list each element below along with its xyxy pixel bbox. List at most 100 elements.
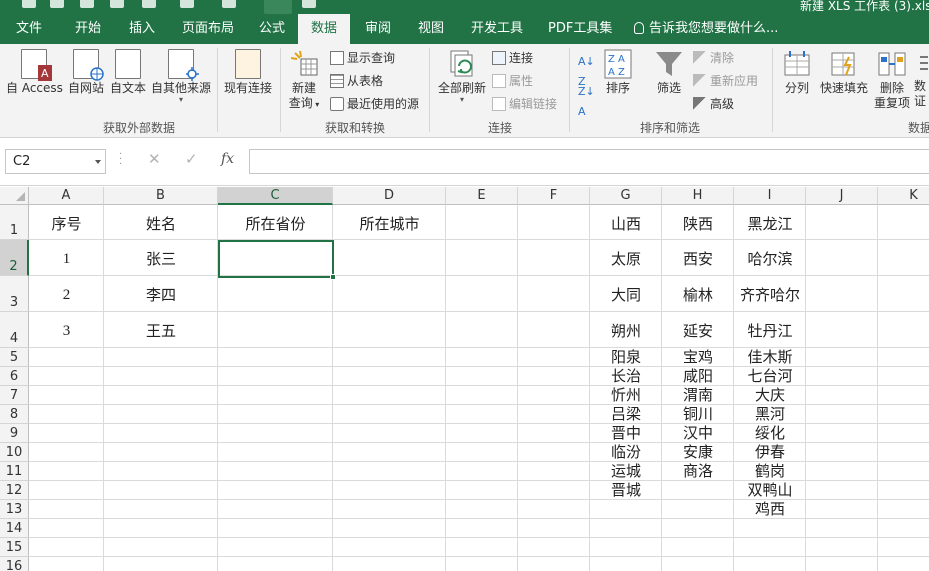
row-header-11[interactable]: 11 <box>0 462 29 481</box>
tab-insert[interactable]: 插入 <box>129 14 155 44</box>
column-header-a[interactable]: A <box>29 187 104 205</box>
edit-links-button[interactable]: 编辑链接 <box>492 94 557 114</box>
formula-bar-grip[interactable]: · · · <box>119 150 123 170</box>
row-header-1[interactable]: 1 <box>0 205 29 240</box>
reapply-button[interactable]: 重新应用 <box>693 71 758 91</box>
row-header-9[interactable]: 9 <box>0 424 29 443</box>
undo-icon[interactable] <box>50 0 64 8</box>
city-cell[interactable]: 榆林 <box>662 284 734 306</box>
city-cell[interactable]: 牡丹江 <box>734 320 806 342</box>
recent-sources-button[interactable]: 最近使用的源 <box>330 94 419 114</box>
row-header-10[interactable]: 10 <box>0 443 29 462</box>
column-header-f[interactable]: F <box>518 187 590 205</box>
city-cell[interactable]: 鹤岗 <box>734 462 806 481</box>
city-cell[interactable]: 延安 <box>662 320 734 342</box>
from-text-button[interactable]: 自文本 <box>108 49 148 96</box>
city-cell[interactable]: 齐齐哈尔 <box>734 284 806 306</box>
column-header-g[interactable]: G <box>590 187 662 205</box>
city-cell[interactable]: 佳木斯 <box>734 348 806 367</box>
city-cell[interactable]: 咸阳 <box>662 367 734 386</box>
city-cell[interactable]: 晋城 <box>590 481 662 500</box>
city-cell[interactable]: 安康 <box>662 443 734 462</box>
city-cell[interactable]: 宝鸡 <box>662 348 734 367</box>
column-header-c[interactable]: C <box>218 187 333 205</box>
worksheet-grid[interactable]: ABCDEFGHIJK 1 2 3 4 5 6 7 8 9 10 11 12 13 14 15 16 序号 姓名… <box>0 187 929 571</box>
redo-icon[interactable] <box>80 0 94 8</box>
show-queries-button[interactable]: 显示查询 <box>330 48 395 68</box>
row-header-13[interactable]: 13 <box>0 500 29 519</box>
city-cell[interactable]: 临汾 <box>590 443 662 462</box>
row-header-3[interactable]: 3 <box>0 276 29 312</box>
cancel-entry-button[interactable]: ✕ <box>148 150 161 168</box>
tab-pdf-tools[interactable]: PDF工具集 <box>548 14 612 44</box>
city-cell[interactable]: 伊春 <box>734 443 806 462</box>
city-cell[interactable]: 长治 <box>590 367 662 386</box>
from-other-sources-button[interactable]: 自其他来源 ▾ <box>150 49 212 104</box>
refresh-all-button[interactable]: 全部刷新 ▾ <box>436 49 488 104</box>
city-cell[interactable]: 忻州 <box>590 386 662 405</box>
data-validation-button[interactable]: 数 证 <box>914 49 929 109</box>
tab-file[interactable]: 文件 <box>16 14 42 44</box>
from-access-button[interactable]: A 自 Access <box>6 49 63 96</box>
quick-access-icon[interactable] <box>302 0 316 8</box>
column-header-k[interactable]: K <box>878 187 929 205</box>
column-header-j[interactable]: J <box>806 187 878 205</box>
clear-filter-button[interactable]: 清除 <box>693 48 734 68</box>
column-header-h[interactable]: H <box>662 187 734 205</box>
sort-descending-button[interactable]: Z↓ A <box>578 82 595 118</box>
city-cell[interactable]: 运城 <box>590 462 662 481</box>
sort-ascending-button[interactable]: A↓ Z <box>578 52 595 88</box>
row-header-5[interactable]: 5 <box>0 348 29 367</box>
city-cell[interactable]: 铜川 <box>662 405 734 424</box>
serial-number-cell[interactable]: 2 <box>29 284 104 306</box>
insert-function-button[interactable]: fx <box>221 151 234 167</box>
flash-fill-button[interactable]: 快速填充 <box>819 49 869 96</box>
tab-data[interactable]: 数据 <box>298 14 350 44</box>
header-cell[interactable]: 序号 <box>29 213 104 235</box>
existing-connections-button[interactable]: 现有连接 <box>222 49 274 96</box>
row-header-14[interactable]: 14 <box>0 519 29 538</box>
new-query-button[interactable]: 新建 查询 ▾ <box>284 49 324 112</box>
row-header-16[interactable]: 16 <box>0 557 29 571</box>
tab-page-layout[interactable]: 页面布局 <box>182 14 234 44</box>
column-header-d[interactable]: D <box>333 187 446 205</box>
serial-number-cell[interactable]: 3 <box>29 320 104 342</box>
name-box[interactable]: C2 <box>5 149 106 174</box>
tell-me-search[interactable]: 告诉我您想要做什么... <box>634 14 778 44</box>
filter-button[interactable]: 筛选 <box>652 49 686 96</box>
city-cell[interactable]: 哈尔滨 <box>734 248 806 270</box>
fill-handle[interactable] <box>330 274 336 280</box>
province-header-cell[interactable]: 黑龙江 <box>734 213 806 235</box>
city-cell[interactable]: 绥化 <box>734 424 806 443</box>
row-header-8[interactable]: 8 <box>0 405 29 424</box>
from-table-button[interactable]: 从表格 <box>330 71 383 91</box>
province-header-cell[interactable]: 陕西 <box>662 213 734 235</box>
column-header-e[interactable]: E <box>446 187 518 205</box>
city-cell[interactable]: 朔州 <box>590 320 662 342</box>
save-icon[interactable] <box>22 0 36 8</box>
properties-button[interactable]: 属性 <box>492 71 533 91</box>
column-header-i[interactable]: I <box>734 187 806 205</box>
quick-access-icon[interactable] <box>180 0 194 8</box>
name-cell[interactable]: 张三 <box>104 248 218 270</box>
text-to-columns-button[interactable]: 分列 <box>781 49 813 96</box>
serial-number-cell[interactable]: 1 <box>29 248 104 270</box>
from-web-button[interactable]: 自网站 <box>66 49 106 96</box>
connections-button[interactable]: 连接 <box>492 48 533 68</box>
city-cell[interactable]: 七台河 <box>734 367 806 386</box>
city-cell[interactable]: 阳泉 <box>590 348 662 367</box>
tab-home[interactable]: 开始 <box>75 14 101 44</box>
active-cell-border[interactable] <box>218 240 336 280</box>
city-cell[interactable]: 渭南 <box>662 386 734 405</box>
name-cell[interactable]: 王五 <box>104 320 218 342</box>
row-header-4[interactable]: 4 <box>0 312 29 348</box>
header-cell[interactable]: 所在省份 <box>218 213 333 235</box>
sort-button[interactable]: Z A A Z 排序 <box>601 49 635 96</box>
select-all-button[interactable] <box>0 187 29 205</box>
city-cell[interactable]: 西安 <box>662 248 734 270</box>
row-header-12[interactable]: 12 <box>0 481 29 500</box>
row-header-6[interactable]: 6 <box>0 367 29 386</box>
province-header-cell[interactable]: 山西 <box>590 213 662 235</box>
city-cell[interactable]: 大庆 <box>734 386 806 405</box>
city-cell[interactable]: 鸡西 <box>734 500 806 519</box>
